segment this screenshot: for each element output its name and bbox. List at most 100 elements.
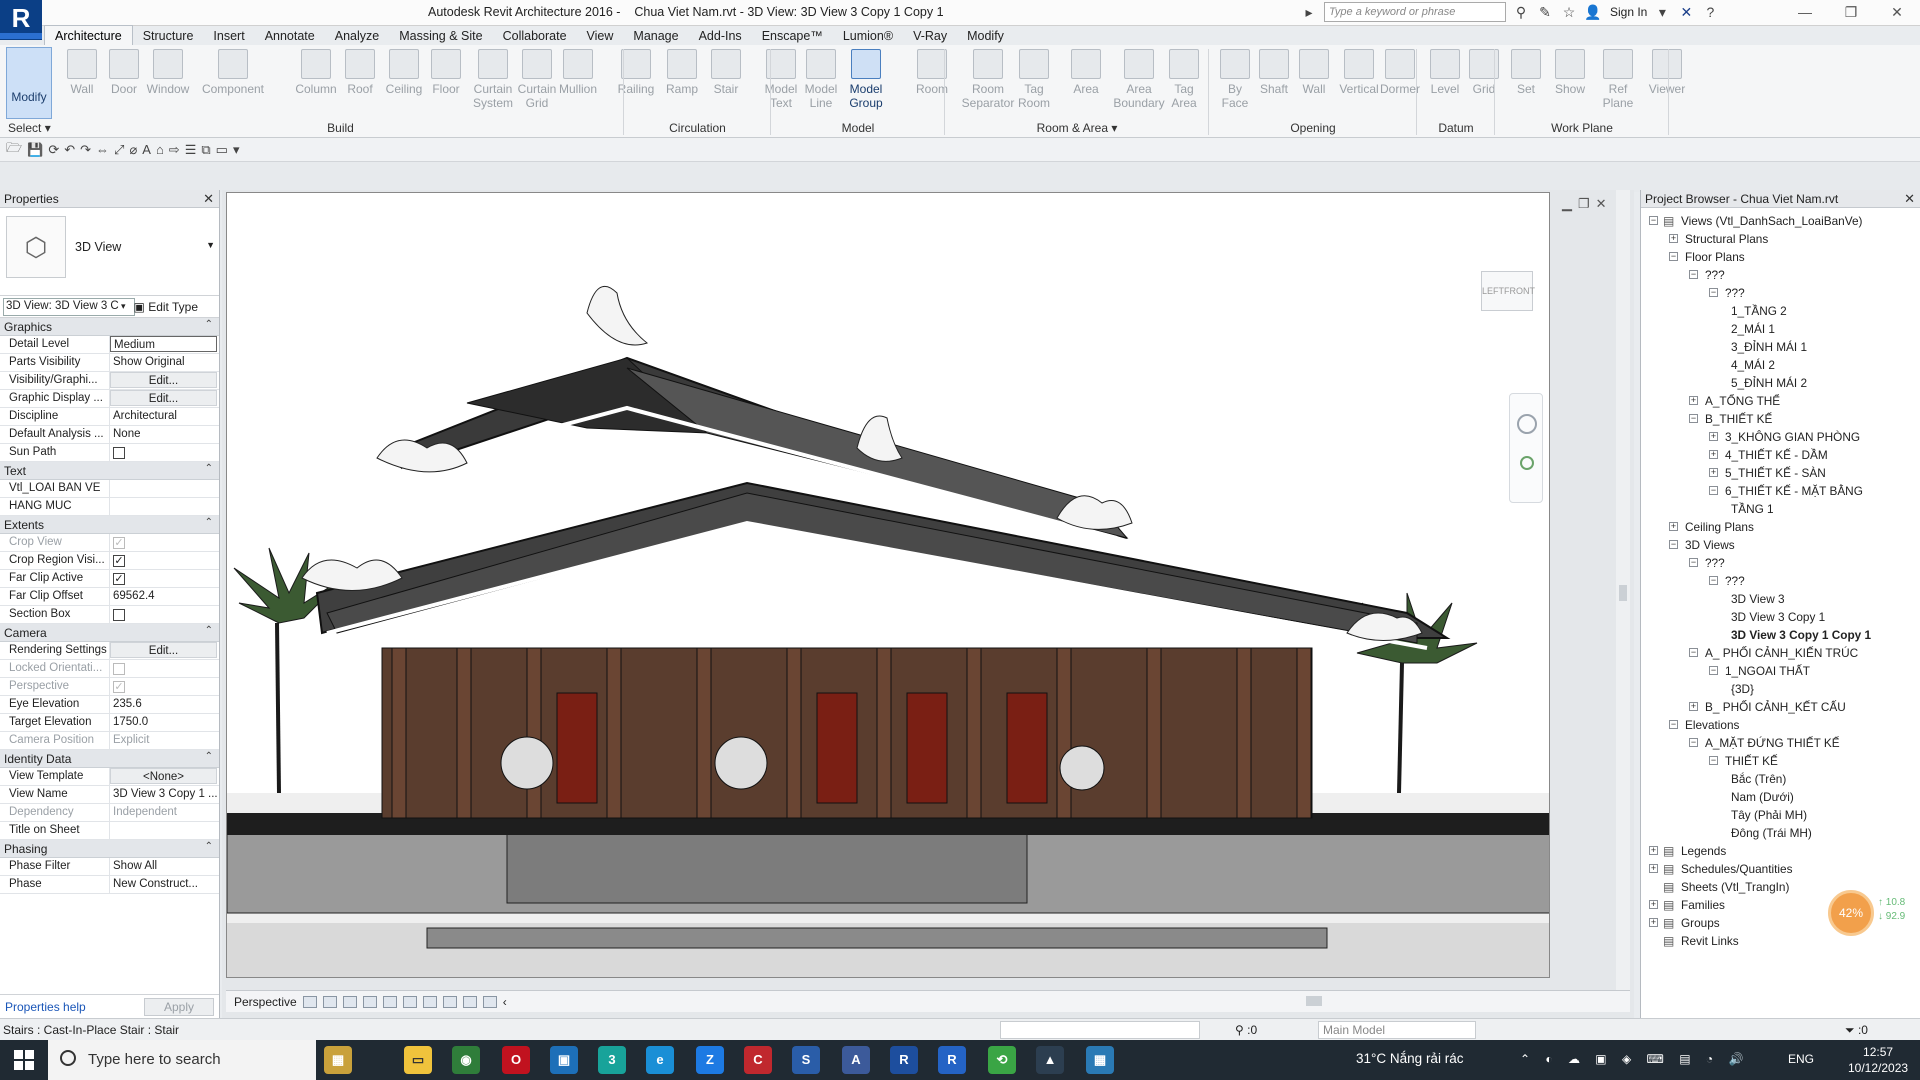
ribbon-btn-show[interactable]: Show xyxy=(1550,47,1590,119)
3ds-max-icon[interactable]: 3 xyxy=(598,1046,626,1074)
app-icon[interactable]: A xyxy=(842,1046,870,1074)
prop-group-text[interactable]: Text ⌃ xyxy=(0,462,219,480)
app-menu-button[interactable]: R xyxy=(0,0,42,40)
crop-icon[interactable] xyxy=(402,995,417,1008)
browser-tree-item[interactable]: − B_THIẾT KẾ xyxy=(1641,410,1920,428)
browser-tree-item[interactable]: ▤ Sheets (Vtl_TrangIn) xyxy=(1641,878,1920,896)
browser-tree-item[interactable]: +5_THIẾT KẾ - SÀN xyxy=(1641,464,1920,482)
browser-tree-item[interactable]: − Elevations xyxy=(1641,716,1920,734)
browser-tree-item[interactable]: + ▤ Schedules/Quantities xyxy=(1641,860,1920,878)
restore-icon[interactable]: ❐ xyxy=(1578,196,1596,211)
prop-group-camera[interactable]: Camera ⌃ xyxy=(0,624,219,642)
widgets-icon[interactable]: ▦ xyxy=(324,1046,352,1074)
weather-widget[interactable]: 31°C Nắng rải rác xyxy=(1356,1051,1463,1066)
tab-massing-site[interactable]: Massing & Site xyxy=(389,26,492,46)
browser-tree-item[interactable]: − THIẾT KẾ xyxy=(1641,752,1920,770)
shadows-icon[interactable] xyxy=(362,995,377,1008)
expand-icon[interactable]: + xyxy=(1709,432,1718,441)
user-icon[interactable]: 👤 xyxy=(1584,3,1602,21)
browser-tree-item[interactable]: 3D View 3 Copy 1 xyxy=(1641,608,1920,626)
ribbon-btn-ceiling[interactable]: Ceiling xyxy=(384,47,424,119)
3d-view-icon[interactable]: ⌂ xyxy=(156,142,164,157)
thin-lines-icon[interactable]: ☰ xyxy=(185,142,197,158)
browser-tree-item[interactable]: + A_TỔNG THỂ xyxy=(1641,392,1920,410)
prop-value[interactable]: Show Original xyxy=(110,354,219,371)
chrome-icon[interactable]: ◉ xyxy=(452,1046,480,1074)
ribbon-btn-ramp[interactable]: Ramp xyxy=(660,47,704,119)
browser-tree-item[interactable]: −1_NGOAI THẤT xyxy=(1641,662,1920,680)
hide-isolate-icon[interactable] xyxy=(462,995,477,1008)
switch-windows-icon[interactable]: ▭ xyxy=(216,142,228,158)
scroll-thumb[interactable] xyxy=(1619,585,1627,601)
tab-view[interactable]: View xyxy=(577,26,624,46)
browser-tree-item[interactable]: −??? xyxy=(1641,572,1920,590)
prop-checkbox-cell[interactable]: ✓ xyxy=(110,552,219,569)
tag-icon[interactable]: ⌀ xyxy=(129,142,137,158)
browser-tree-item[interactable]: 4_MÁI 2 xyxy=(1641,356,1920,374)
expand-icon[interactable]: + xyxy=(1669,234,1678,243)
checkbox[interactable]: ✓ xyxy=(113,573,125,585)
tab-modify[interactable]: Modify xyxy=(957,26,1014,46)
ribbon-btn-wall[interactable]: Wall xyxy=(62,47,102,119)
crop-visible-icon[interactable] xyxy=(422,995,437,1008)
browser-tree-item[interactable]: −??? xyxy=(1641,284,1920,302)
ribbon-btn-room-separator[interactable]: Room Separator xyxy=(960,47,1016,119)
section-icon[interactable]: ⇨ xyxy=(169,142,180,158)
select-panel-label[interactable]: Select ▾ xyxy=(4,120,54,136)
tab-structure[interactable]: Structure xyxy=(133,26,204,46)
dimension-icon[interactable]: ⤢ xyxy=(114,142,124,158)
collapse-icon[interactable]: − xyxy=(1709,756,1718,765)
app-icon[interactable]: ▣ xyxy=(550,1046,578,1074)
collapse-icon[interactable]: − xyxy=(1669,540,1678,549)
prop-checkbox-cell[interactable] xyxy=(110,444,219,461)
prop-edit-button[interactable]: <None> xyxy=(110,768,217,784)
revit-active-icon[interactable]: R xyxy=(938,1046,966,1074)
browser-tree-item[interactable]: {3D} xyxy=(1641,680,1920,698)
browser-tree-item[interactable]: ▤ Revit Links xyxy=(1641,932,1920,950)
prop-value[interactable] xyxy=(110,498,219,515)
browser-tree-item[interactable]: 1_TẦNG 2 xyxy=(1641,302,1920,320)
sketchup-icon[interactable]: S xyxy=(792,1046,820,1074)
type-selector[interactable]: ⬡ 3D View ▼ xyxy=(0,208,219,296)
scroll-thumb[interactable] xyxy=(1306,996,1322,1006)
browser-tree-item[interactable]: + B_ PHỐI CẢNH_KẾT CẤU xyxy=(1641,698,1920,716)
view-cube-face[interactable]: LEFT FRONT xyxy=(1481,271,1535,311)
help-icon[interactable]: ? xyxy=(1701,3,1719,21)
tab-lumion[interactable]: Lumion® xyxy=(833,26,903,46)
expand-icon[interactable]: + xyxy=(1649,918,1658,927)
revit-icon[interactable]: R xyxy=(890,1046,918,1074)
save-icon[interactable]: 💾 xyxy=(27,142,43,158)
browser-tree-item[interactable]: −??? xyxy=(1641,554,1920,572)
binoculars-icon[interactable]: ⚲ xyxy=(1512,3,1530,21)
close-icon[interactable]: ✕ xyxy=(1596,196,1613,211)
restore-icon[interactable]: ❐ xyxy=(1828,0,1874,24)
prop-value[interactable]: New Construct... xyxy=(110,876,219,893)
tab-enscape[interactable]: Enscape™ xyxy=(752,26,833,46)
collapse-icon[interactable]: − xyxy=(1649,216,1658,225)
collapse-icon[interactable]: − xyxy=(1689,414,1698,423)
close-icon[interactable]: ✕ xyxy=(203,191,214,207)
expand-icon[interactable]: + xyxy=(1709,468,1718,477)
browser-tree-item[interactable]: +3_KHÔNG GIAN PHÒNG xyxy=(1641,428,1920,446)
prop-checkbox-cell[interactable] xyxy=(110,606,219,623)
apply-button[interactable]: Apply xyxy=(144,997,214,1016)
app-icon[interactable]: ▦ xyxy=(1086,1046,1114,1074)
minimize-icon[interactable]: ▁ xyxy=(1562,196,1578,211)
collapse-icon[interactable]: − xyxy=(1709,486,1718,495)
edge-icon[interactable]: e xyxy=(646,1046,674,1074)
close-icon[interactable]: ✕ xyxy=(1904,191,1915,207)
expand-icon[interactable]: + xyxy=(1689,702,1698,711)
ribbon-btn-roof[interactable]: Roof xyxy=(340,47,380,119)
browser-tree-item[interactable]: 3D View 3 Copy 1 Copy 1 xyxy=(1641,626,1920,644)
prop-edit-button[interactable]: Edit... xyxy=(110,642,217,658)
ribbon-btn-ref-plane[interactable]: Ref Plane xyxy=(1598,47,1638,119)
ribbon-btn-mullion[interactable]: Mullion xyxy=(556,47,600,119)
help-search-input[interactable]: Type a keyword or phrase xyxy=(1324,2,1506,22)
browser-tree-item[interactable]: Tây (Phải MH) xyxy=(1641,806,1920,824)
ribbon-btn-railing[interactable]: Railing xyxy=(612,47,660,119)
ribbon-btn-area-boundary[interactable]: Area Boundary xyxy=(1112,47,1166,119)
language-indicator[interactable]: ENG xyxy=(1788,1052,1814,1066)
close-hidden-icon[interactable]: ⧉ xyxy=(201,142,210,158)
app-icon[interactable]: ⟲ xyxy=(988,1046,1016,1074)
browser-tree-item[interactable]: TẦNG 1 xyxy=(1641,500,1920,518)
